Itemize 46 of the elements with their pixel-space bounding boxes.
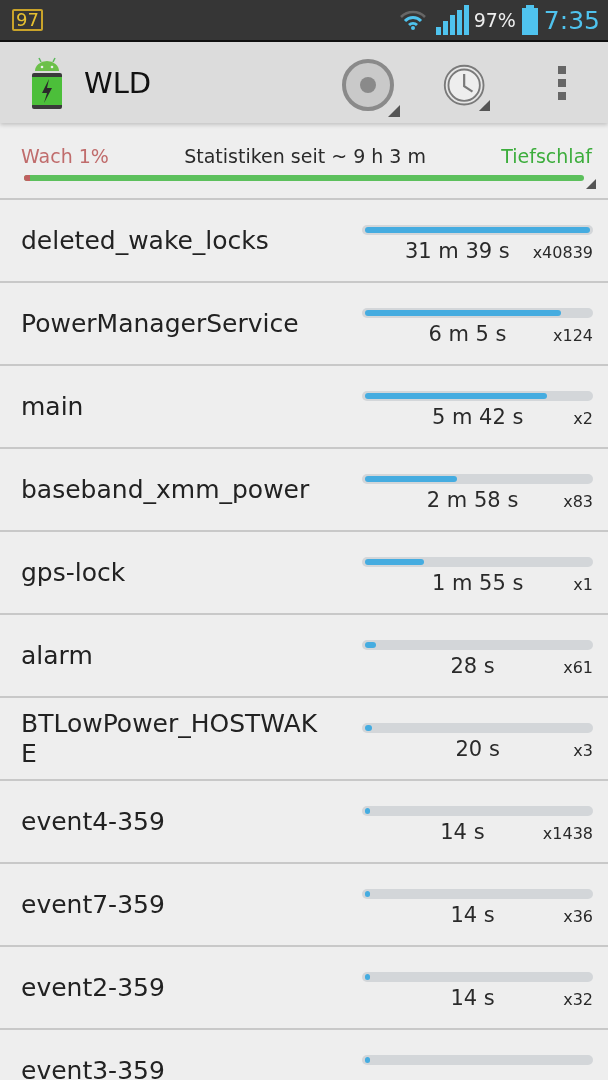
battery-notification-badge: 97 [12,9,43,31]
duration-text: 14 s [439,819,486,845]
statistics-period: Statistiken seit ~ 9 h 3 m [184,144,426,168]
duration-text: 20 s [454,736,501,762]
wifi-icon [399,10,426,30]
deep-sleep-label: Tiefschlaf [501,144,592,168]
disc-icon[interactable] [340,56,400,117]
wakelock-name[interactable]: event7-359 [21,889,327,920]
count-text: x1 [573,574,593,596]
count-text: x124 [553,325,593,347]
wakelock-name[interactable]: baseband_xmm_power [21,474,327,505]
wakelock-name[interactable]: alarm [21,640,327,671]
count-text: x32 [563,989,593,1011]
app-title: WLD [84,65,152,100]
count-text: x2 [573,408,593,430]
signal-icon [435,5,469,35]
wakelock-name[interactable]: event3-359 [21,1055,327,1080]
count-text: x36 [563,906,593,928]
android-battery-icon [30,56,64,109]
wakelock-name[interactable]: BTLowPower_HOSTWAKE [21,708,327,769]
duration-text: 1 m 55 s [430,570,525,596]
battery-percent: 97% [473,9,516,31]
count-text: x83 [563,491,593,513]
duration-text: 5 m 42 s [430,404,525,430]
count-text: x1438 [542,823,593,845]
duration-text: 14 s [449,902,496,928]
duration-text: 2 m 58 s [425,487,520,513]
wakelock-name[interactable]: event2-359 [21,972,327,1003]
wakelock-name[interactable]: main [21,391,327,422]
duration-text: 6 m 5 s [427,321,508,347]
duration-text: 14 s [449,985,496,1011]
clock-icon[interactable] [442,62,490,111]
battery-icon [521,5,538,35]
overflow-menu-icon[interactable] [558,65,566,100]
count-text: x3 [573,740,593,762]
wakelock-name[interactable]: event4-359 [21,806,327,837]
duration-text: 28 s [449,653,496,679]
wakelock-name[interactable]: gps-lock [21,557,327,588]
corner-triangle-icon [586,179,596,189]
count-text: x61 [563,657,593,679]
duration-text: 31 m 39 s [403,238,511,264]
awake-label: Wach 1% [21,144,109,168]
wakelock-name[interactable]: PowerManagerService [21,308,327,339]
count-text: x40839 [532,242,593,264]
clock-time: 7:35 [543,5,600,35]
wakelock-name[interactable]: deleted_wake_locks [21,225,327,256]
